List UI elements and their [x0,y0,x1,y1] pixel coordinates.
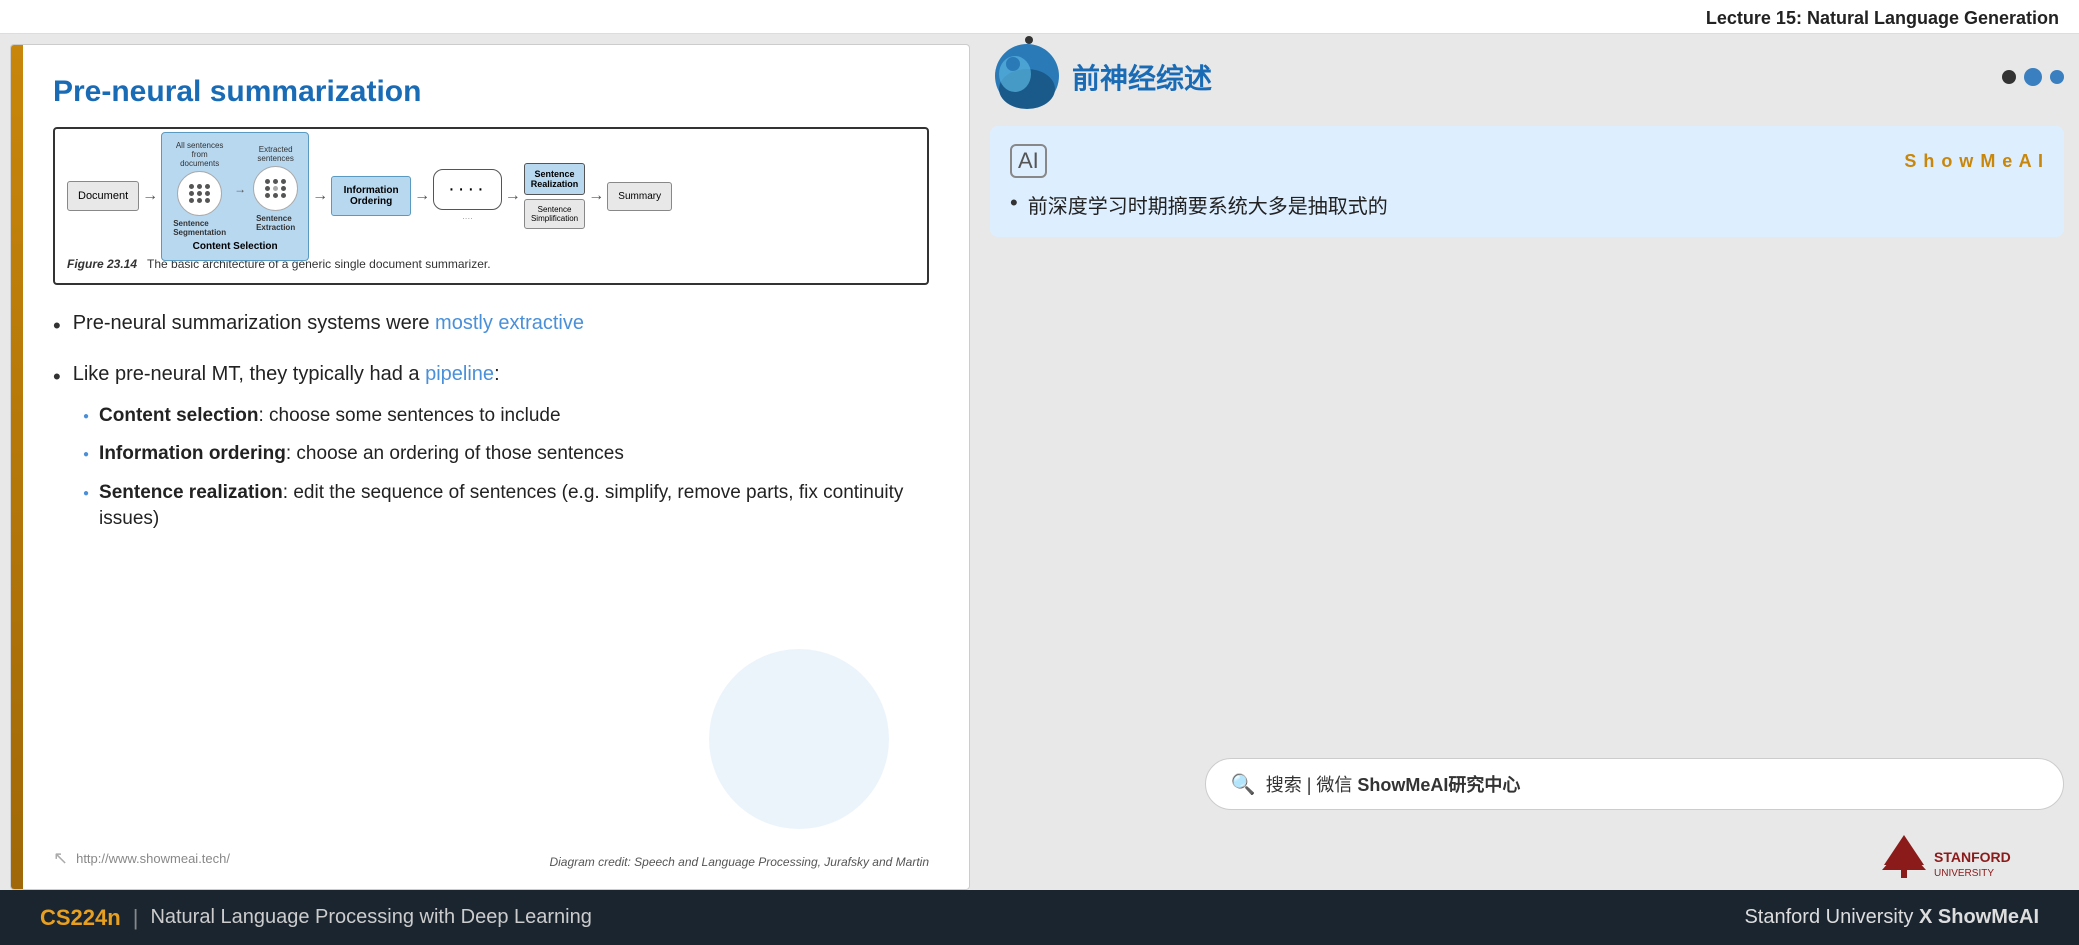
bullet-item-2: • Like pre-neural MT, they typically had… [53,360,929,545]
arrow-1: → [139,187,161,205]
sub-text-3: Sentence realization: edit the sequence … [99,480,929,533]
search-text: 搜索 | 微信 ShowMeAI研究中心 [1266,771,1521,797]
stanford-logo-svg: STANFORD UNIVERSITY [1874,830,2054,880]
sentence-realization-group: SentenceRealization SentenceSimplificati… [524,163,586,229]
nav-dot-2[interactable] [2024,68,2042,86]
summary-box: Summary [607,182,672,211]
slide-accent-bar [11,45,23,889]
nav-dot-3[interactable] [2050,70,2064,84]
bullet-dot-1: • [53,311,61,342]
diagram-credit: Diagram credit: Speech and Language Proc… [549,855,929,869]
card-bullet-dot: • [1010,190,1018,216]
search-bar[interactable]: 🔍 搜索 | 微信 ShowMeAI研究中心 [1205,758,2064,810]
slide-content: Pre-neural summarization Document → All … [23,45,969,889]
bullet-text-1: Pre-neural summarization systems were mo… [73,309,584,337]
card-bullet-text: 前深度学习时期摘要系统大多是抽取式的 [1028,190,1388,219]
bullet-dot-2: • [53,362,61,393]
cloud-all-sent [177,171,222,216]
sub-bullets: ● Content selection: choose some sentenc… [83,403,929,545]
sub-dot-3: ● [83,487,89,501]
bullet-text-2: Like pre-neural MT, they typically had a… [73,360,500,388]
bottom-subtitle: Natural Language Processing with Deep Le… [150,906,591,929]
arrow-5: → [502,187,524,205]
showmeai-brand: S h o w M e A I [1904,151,2044,172]
card-header: AI S h o w M e A I [1010,144,2044,178]
sub-dot-2: ● [83,448,89,462]
cn-logo-svg [995,44,1060,109]
sub-bullet-1: ● Content selection: choose some sentenc… [83,403,929,430]
cloud-extracted [253,166,298,211]
diagram-inner: Document → All sentencesfrom documents [67,141,915,251]
slide-footer: ↖ http://www.showmeai.tech/ Diagram cred… [53,848,929,869]
cn-title-section: 前神经综述 [990,44,2064,109]
sub-bullet-3: ● Sentence realization: edit the sequenc… [83,480,929,533]
cs224n-label: CS224n [40,905,121,931]
decorative-circle [709,649,889,829]
slide-footer-left: ↖ http://www.showmeai.tech/ [53,848,230,869]
content-selection-area: All sentencesfrom documents SentenceSegm… [161,132,309,261]
sub-text-2: Information ordering: choose an ordering… [99,441,624,468]
slide-panel: Pre-neural summarization Document → All … [10,44,970,890]
sub-bullet-2: ● Information ordering: choose an orderi… [83,441,929,468]
sent-simplif-box: SentenceSimplification [524,199,585,229]
top-header: Lecture 15: Natural Language Generation [0,0,2079,34]
info-card: AI S h o w M e A I • 前深度学习时期摘要系统大多是抽取式的 [990,126,2064,237]
bottom-left: CS224n | Natural Language Processing wit… [40,905,592,931]
bullet-item-1: • Pre-neural summarization systems were … [53,309,929,342]
content-sel-inner: All sentencesfrom documents SentenceSegm… [172,141,298,237]
content-sel-label: Content Selection [193,241,278,252]
bottom-bar: CS224n | Natural Language Processing wit… [0,890,2079,945]
cn-title-text: 前神经综述 [1072,57,1212,97]
svg-text:UNIVERSITY: UNIVERSITY [1934,868,1994,879]
highlight-pipeline: pipeline [425,363,494,385]
bullet-section: • Pre-neural summarization systems were … [53,309,929,563]
slide-url[interactable]: http://www.showmeai.tech/ [76,851,230,866]
svg-text:STANFORD: STANFORD [1934,849,2011,865]
cursor-icon: ↖ [53,848,68,869]
bottom-right: Stanford University X ShowMeAI [1744,906,2039,929]
sub-dot-1: ● [83,410,89,424]
search-bold: ShowMeAI研究中心 [1357,775,1520,795]
main-content: Pre-neural summarization Document → All … [0,34,2079,890]
figure-label: Figure 23.14 [67,257,137,271]
cn-logo-container [995,44,1060,109]
spacer [990,249,2064,746]
bottom-right-plain: Stanford University [1744,906,1919,928]
info-ordering-box: InformationOrdering [331,176,411,216]
nav-dots [2002,68,2064,86]
highlight-extractive: mostly extractive [435,312,584,334]
speech-bubble-area: ···· ···· [433,169,502,223]
right-panel: 前神经综述 AI S h o w M e A I • 前深度学习时期摘要系统大多… [980,34,2079,890]
sent-real-box: SentenceRealization [524,163,586,195]
bottom-right-bold: X ShowMeAI [1919,906,2039,928]
diagram-document: Document [67,181,139,211]
arrow-4: → [411,187,433,205]
arrow-6: → [585,187,607,205]
card-ai-icon: AI [1010,144,1047,178]
bottom-divider: | [133,905,139,931]
slide-title: Pre-neural summarization [53,75,929,109]
logo-dot [1025,36,1033,44]
card-bullet: • 前深度学习时期摘要系统大多是抽取式的 [1010,190,2044,219]
lecture-title: Lecture 15: Natural Language Generation [1706,8,2059,29]
arrow-3: → [309,187,331,205]
search-icon: 🔍 [1231,772,1256,797]
sub-text-1: Content selection: choose some sentences… [99,403,560,430]
search-plain: 搜索 | 微信 [1266,775,1358,795]
stanford-area: STANFORD UNIVERSITY [990,830,2064,880]
nav-dot-1[interactable] [2002,70,2016,84]
diagram-box: Document → All sentencesfrom documents [53,127,929,285]
arrow-2: → [231,182,249,196]
